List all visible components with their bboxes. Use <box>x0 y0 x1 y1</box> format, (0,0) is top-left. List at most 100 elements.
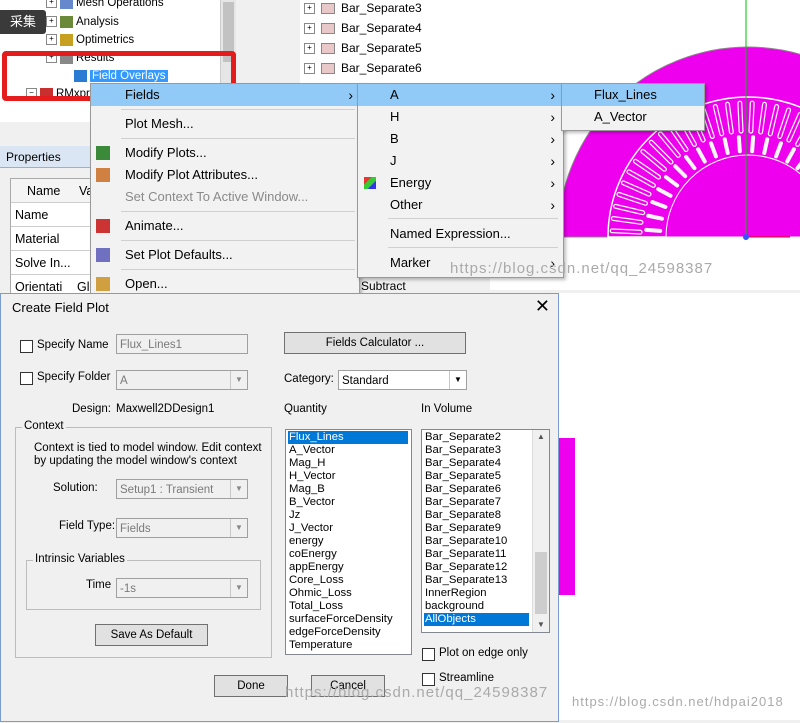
volume-list-item[interactable]: background <box>424 600 484 613</box>
quantity-list-item[interactable]: appEnergy <box>288 561 344 574</box>
a-submenu-item[interactable]: A_Vector <box>562 106 704 128</box>
object-list-item[interactable]: + Bar_Separate4 <box>304 18 422 38</box>
quantity-list-item[interactable]: edgeForceDensity <box>288 626 381 639</box>
object-list-item[interactable]: + Bar_Separate5 <box>304 38 422 58</box>
expand-icon[interactable]: + <box>46 0 57 9</box>
context-menu-item[interactable]: Set Context To Active Window... <box>91 186 359 208</box>
quantity-list-item[interactable]: B_Vector <box>288 496 335 509</box>
quantity-list-item[interactable]: Core_Loss <box>288 574 344 587</box>
volume-list-item[interactable]: Bar_Separate5 <box>424 470 501 483</box>
volume-list-item[interactable]: Bar_Separate10 <box>424 535 507 548</box>
tree-item[interactable]: + Analysis <box>46 14 119 31</box>
tree-item[interactable]: + Mesh Operations <box>46 0 164 12</box>
volume-list-item[interactable]: Bar_Separate12 <box>424 561 507 574</box>
context-text-line2: by updating the model window's context <box>34 455 237 467</box>
volume-list-item[interactable]: Bar_Separate9 <box>424 522 501 535</box>
fields-submenu-item[interactable]: Other › <box>358 194 563 216</box>
chevron-down-icon: ▼ <box>449 371 466 389</box>
fields-submenu-item[interactable]: A › <box>358 84 563 106</box>
volume-list-item[interactable]: Bar_Separate3 <box>424 444 501 457</box>
object-list: + Bar_Separate3 + Bar_Separate4 + Bar_Separat… <box>300 0 490 90</box>
context-menu-item[interactable]: Fields › <box>91 84 359 106</box>
property-row[interactable]: Material <box>11 227 91 251</box>
expand-icon[interactable]: + <box>304 23 315 35</box>
object-list-item[interactable]: + Bar_Separate6 <box>304 58 422 78</box>
volume-list-item[interactable]: Bar_Separate8 <box>424 509 501 522</box>
quantity-list-item[interactable]: H_Vector <box>288 470 335 483</box>
menu-item-label: Named Expression... <box>390 226 511 241</box>
menu-item-label: A_Vector <box>594 109 647 124</box>
category-select[interactable]: Standard ▼ <box>338 370 467 390</box>
close-icon[interactable]: ✕ <box>535 296 550 317</box>
field-type-select[interactable]: Fields ▼ <box>116 518 248 538</box>
menu-separator <box>121 138 355 139</box>
menu-item-label: Fields <box>125 87 160 102</box>
expand-icon[interactable]: + <box>46 34 57 46</box>
scroll-thumb[interactable] <box>535 552 547 614</box>
volume-list-item[interactable]: AllObjects <box>424 613 529 626</box>
expand-icon[interactable]: + <box>304 3 315 15</box>
quantity-list-item[interactable]: Ohmic_Loss <box>288 587 352 600</box>
specify-folder-value: A <box>120 375 128 387</box>
quantity-list-item[interactable]: Mag_H <box>288 457 325 470</box>
context-menu-item[interactable]: Modify Plots... <box>91 142 359 164</box>
expand-icon[interactable]: + <box>46 16 57 28</box>
expand-icon[interactable]: + <box>304 63 315 75</box>
specify-name-field[interactable]: Flux_Lines1 <box>116 334 248 354</box>
property-row[interactable]: Solve In... <box>11 251 91 275</box>
context-menu-item[interactable]: Set Plot Defaults... <box>91 244 359 266</box>
solution-select[interactable]: Setup1 : Transient ▼ <box>116 479 248 499</box>
volume-list-item[interactable]: InnerRegion <box>424 587 487 600</box>
chevron-right-icon: › <box>550 87 555 103</box>
property-row[interactable]: Name <box>11 203 91 227</box>
expand-icon[interactable]: + <box>304 43 315 55</box>
volume-list-item[interactable]: Bar_Separate6 <box>424 483 501 496</box>
volume-list-item[interactable]: Bar_Separate7 <box>424 496 501 509</box>
intrinsic-variables-label: Intrinsic Variables <box>33 553 127 565</box>
tree-item-label: Analysis <box>76 16 119 28</box>
context-menu-item[interactable]: Modify Plot Attributes... <box>91 164 359 186</box>
context-menu-item[interactable]: Open... <box>91 273 359 295</box>
save-as-default-button[interactable]: Save As Default <box>95 624 208 646</box>
scroll-up-icon[interactable]: ▲ <box>533 430 549 444</box>
time-select[interactable]: -1s ▼ <box>116 578 248 598</box>
fields-submenu-item[interactable]: Energy › <box>358 172 563 194</box>
object-list-item[interactable]: + Bar_Separate3 <box>304 0 422 18</box>
fields-submenu-item[interactable]: B › <box>358 128 563 150</box>
fields-submenu-item[interactable]: Named Expression... <box>358 223 563 245</box>
quantity-list-item[interactable]: energy <box>288 535 324 548</box>
fields-calculator-button[interactable]: Fields Calculator ... <box>284 332 466 354</box>
in-volume-scrollbar[interactable]: ▲ ▼ <box>532 430 549 632</box>
quantity-list-item[interactable]: Temperature <box>288 639 352 652</box>
quantity-list-item[interactable]: Total_Loss <box>288 600 343 613</box>
a-submenu-item[interactable]: Flux_Lines <box>562 84 704 106</box>
quantity-list-item[interactable]: A_Vector <box>288 444 335 457</box>
quantity-list-item[interactable]: surfaceForceDensity <box>288 613 393 626</box>
volume-list-item[interactable]: Bar_Separate4 <box>424 457 501 470</box>
specify-folder-select[interactable]: A ▼ <box>116 370 248 390</box>
in-volume-list[interactable]: AllObjects background InnerRegion Bar_Separ… <box>421 429 550 633</box>
property-name: Orientati <box>15 280 63 294</box>
object-name: Bar_Separate5 <box>341 41 422 55</box>
fields-submenu-item[interactable]: J › <box>358 150 563 172</box>
plot-on-edge-checkbox[interactable] <box>422 648 435 661</box>
context-menu-item[interactable]: Plot Mesh... <box>91 113 359 135</box>
quantity-list[interactable]: Flux_Lines A_Vector Mag_H H_Vector Mag_B B_Ve… <box>285 429 412 655</box>
quantity-list-item[interactable]: Mag_B <box>288 483 325 496</box>
quantity-list-item[interactable]: J_Vector <box>288 522 333 535</box>
volume-list-item[interactable]: Bar_Separate13 <box>424 574 507 587</box>
specify-folder-checkbox[interactable] <box>20 372 33 385</box>
object-color-swatch <box>321 3 335 15</box>
quantity-list-item[interactable]: coEnergy <box>288 548 337 561</box>
tree-item[interactable]: + Optimetrics <box>46 32 134 49</box>
fields-submenu-item[interactable]: H › <box>358 106 563 128</box>
quantity-list-item[interactable]: Jz <box>288 509 300 522</box>
volume-list-item[interactable]: Bar_Separate2 <box>424 431 501 444</box>
volume-list-item[interactable]: Bar_Separate11 <box>424 548 506 561</box>
tree-node-icon <box>60 15 73 28</box>
context-menu-item[interactable]: Animate... <box>91 215 359 237</box>
specify-name-checkbox[interactable] <box>20 340 33 353</box>
done-button[interactable]: Done <box>214 675 288 697</box>
quantity-list-item[interactable]: Flux_Lines <box>288 431 408 444</box>
scroll-down-icon[interactable]: ▼ <box>533 618 549 632</box>
